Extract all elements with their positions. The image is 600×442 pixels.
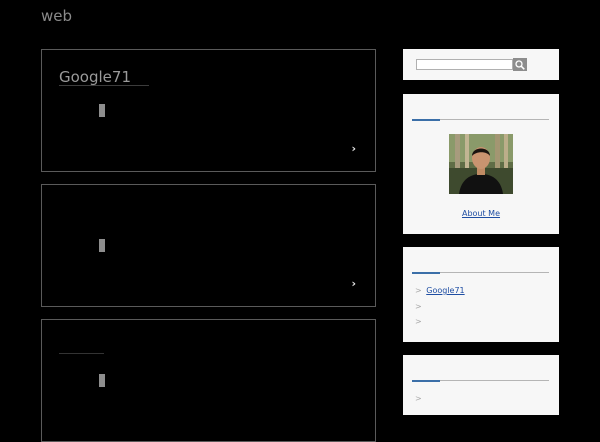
links-widget: > Google71 > >	[403, 247, 559, 342]
about-widget: About Me	[403, 94, 559, 234]
search-button[interactable]	[513, 58, 527, 71]
post-thumbnail[interactable]	[99, 239, 105, 252]
chevron-right-icon: >	[415, 301, 422, 311]
link-google71[interactable]: Google71	[426, 286, 476, 295]
avatar	[449, 134, 513, 194]
post-card: ›	[41, 184, 376, 307]
search-widget	[403, 49, 559, 80]
site-title[interactable]: web	[41, 7, 72, 25]
chevron-right-icon: >	[415, 394, 422, 403]
link-item[interactable]	[426, 317, 446, 326]
widget-title-rule	[412, 119, 549, 121]
post-title: Google71	[59, 69, 149, 86]
list-item: >	[415, 302, 477, 318]
sidebar-widget: >	[403, 355, 559, 415]
post-card	[41, 319, 376, 442]
post-thumbnail[interactable]	[99, 374, 105, 387]
read-more-chevron-icon[interactable]: ›	[351, 143, 356, 154]
about-me-link[interactable]: About Me	[403, 209, 559, 218]
chevron-right-icon: >	[415, 317, 422, 326]
list-item: > Google71	[415, 286, 477, 302]
widget-title-rule	[412, 380, 549, 382]
widget-title-rule	[412, 272, 549, 274]
chevron-right-icon: >	[415, 286, 422, 295]
link-list: > Google71 > >	[415, 286, 477, 333]
post-title-link[interactable]: Google71	[59, 68, 149, 86]
post-title-underline	[59, 353, 104, 354]
read-more-chevron-icon[interactable]: ›	[351, 278, 356, 289]
post-thumbnail[interactable]	[99, 104, 105, 117]
search-input[interactable]	[416, 59, 513, 70]
search-icon	[515, 59, 525, 70]
post-card: Google71 ›	[41, 49, 376, 172]
list-item: >	[415, 317, 477, 333]
